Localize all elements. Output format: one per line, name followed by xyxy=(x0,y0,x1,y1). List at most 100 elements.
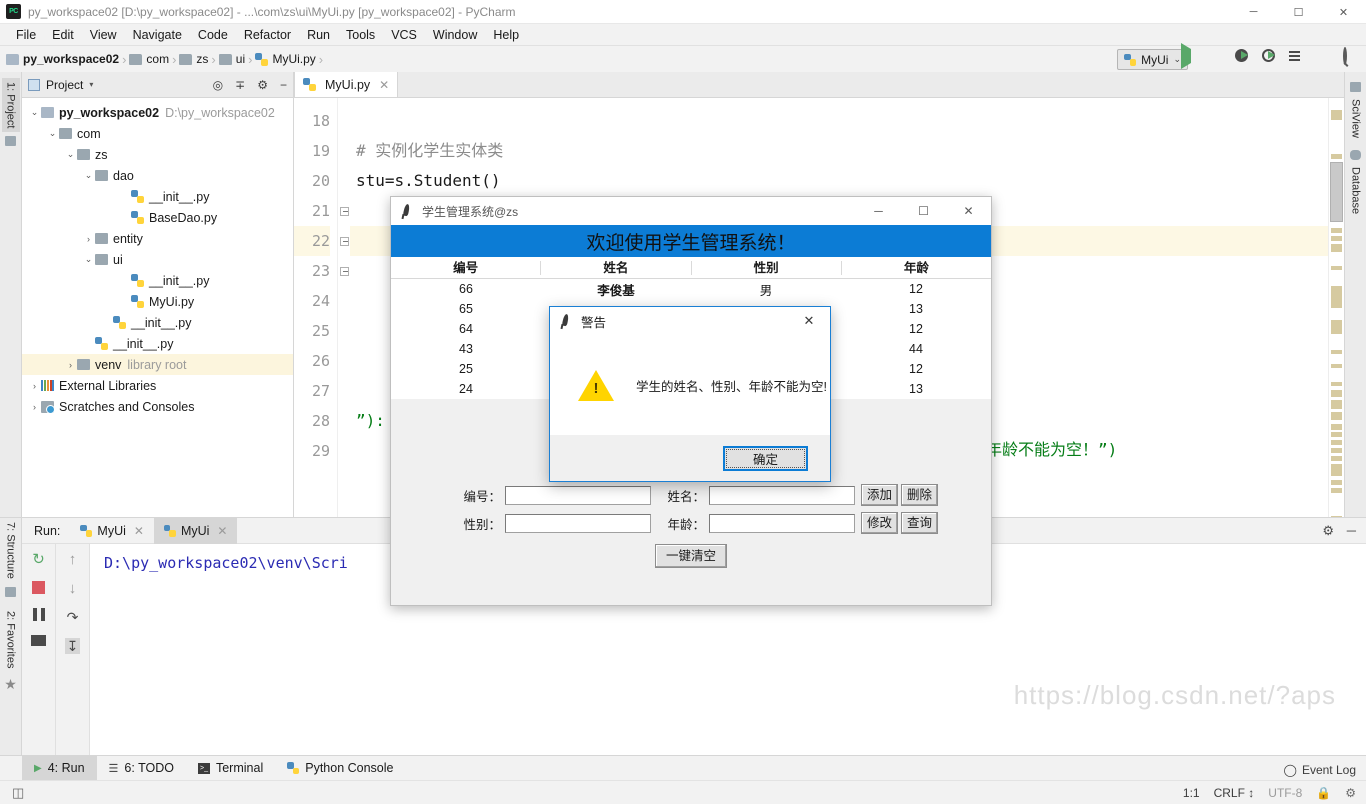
tree-item[interactable]: › entity xyxy=(22,228,293,249)
tree-item[interactable]: ⌄ com xyxy=(22,123,293,144)
file-encoding[interactable]: UTF-8 xyxy=(1268,786,1302,800)
breadcrumb-item-ui[interactable]: ui xyxy=(236,52,245,66)
input-age[interactable] xyxy=(709,513,855,533)
tk-minimize-button[interactable]: ─ xyxy=(856,197,901,225)
chevron-icon[interactable]: › xyxy=(28,402,41,412)
gear-icon[interactable]: ⚙ xyxy=(1322,523,1334,539)
run-with-params-icon[interactable] xyxy=(1289,49,1304,64)
breadcrumb-item-file[interactable]: MyUi.py xyxy=(272,52,315,66)
chevron-down-icon[interactable]: ▾ xyxy=(89,80,93,89)
menu-help[interactable]: Help xyxy=(485,26,527,44)
branch-icon[interactable]: ⚙ xyxy=(1345,786,1356,800)
bottom-tab-terminal[interactable]: >_ Terminal xyxy=(186,756,275,781)
tree-item[interactable]: __init__.py xyxy=(22,186,293,207)
search-icon[interactable] xyxy=(1343,47,1358,65)
fold-toggle-icon[interactable] xyxy=(338,196,350,226)
editor-scrollbar[interactable] xyxy=(1328,98,1344,517)
locate-icon[interactable]: ◎ xyxy=(213,78,223,92)
sidebar-item-favorites[interactable]: 2: Favorites xyxy=(2,607,20,672)
stop-icon[interactable] xyxy=(1316,49,1331,64)
close-icon[interactable]: ✕ xyxy=(379,78,389,92)
chevron-icon[interactable]: ⌄ xyxy=(82,170,95,181)
tree-item[interactable]: __init__.py xyxy=(22,312,293,333)
run-icon[interactable] xyxy=(1181,43,1196,69)
line-separator[interactable]: CRLF ↕ xyxy=(1214,786,1255,800)
input-gender[interactable] xyxy=(505,513,651,533)
column-header-id[interactable]: 编号 xyxy=(391,260,542,275)
menu-refactor[interactable]: Refactor xyxy=(236,26,299,44)
sidebar-item-project[interactable]: 1: Project xyxy=(1,78,20,133)
code-line[interactable]: # 实例化学生实体类 xyxy=(350,136,1328,166)
gear-icon[interactable]: ⚙ xyxy=(257,78,268,92)
menu-vcs[interactable]: VCS xyxy=(383,26,425,44)
breadcrumb-item-zs[interactable]: zs xyxy=(196,52,208,66)
run-configuration-selector[interactable]: MyUi ⌄ xyxy=(1117,49,1188,70)
modify-button[interactable]: 修改 xyxy=(861,512,899,534)
tree-item[interactable]: MyUi.py xyxy=(22,291,293,312)
lock-icon[interactable]: 🔒 xyxy=(1316,786,1331,800)
scrollbar-thumb[interactable] xyxy=(1330,162,1343,222)
rerun-icon[interactable]: ↻ xyxy=(32,552,45,567)
chevron-icon[interactable]: › xyxy=(28,381,41,391)
input-name[interactable] xyxy=(709,485,855,505)
table-row[interactable]: 66 李俊基 男 12 xyxy=(391,279,991,299)
chevron-icon[interactable]: ⌄ xyxy=(64,149,77,160)
tree-item[interactable]: ⌄ py_workspace02 D:\py_workspace02 xyxy=(22,102,293,123)
menu-file[interactable]: File xyxy=(8,26,44,44)
menu-navigate[interactable]: Navigate xyxy=(125,26,190,44)
tab-myui-py[interactable]: MyUi.py ✕ xyxy=(294,71,399,97)
hide-icon[interactable]: ─ xyxy=(1347,523,1356,538)
close-button[interactable]: ✕ xyxy=(1321,0,1366,24)
tree-item[interactable]: › Scratches and Consoles xyxy=(22,396,293,417)
dialog-close-button[interactable]: ✕ xyxy=(788,307,830,335)
scroll-to-end-icon[interactable]: ↧ xyxy=(64,638,81,654)
show-tool-windows-icon[interactable]: ◫ xyxy=(12,785,24,801)
coverage-icon[interactable] xyxy=(1235,49,1250,64)
menu-view[interactable]: View xyxy=(82,26,125,44)
delete-button[interactable]: 删除 xyxy=(901,484,939,506)
menu-tools[interactable]: Tools xyxy=(338,26,383,44)
run-tab-myui-2[interactable]: MyUi ✕ xyxy=(153,517,238,544)
up-arrow-icon[interactable]: ↑ xyxy=(69,552,77,567)
soft-wrap-icon[interactable]: ↷ xyxy=(67,610,79,624)
menu-run[interactable]: Run xyxy=(299,26,338,44)
query-button[interactable]: 查询 xyxy=(901,512,939,534)
chevron-icon[interactable]: ⌄ xyxy=(46,128,59,139)
close-icon[interactable]: ✕ xyxy=(217,524,227,538)
dialog-ok-button[interactable]: 确定 xyxy=(723,445,808,471)
down-arrow-icon[interactable]: ↓ xyxy=(69,581,77,596)
bottom-tab-todo[interactable]: ☰ 6: TODO xyxy=(97,756,186,781)
fold-toggle-icon[interactable] xyxy=(338,226,350,256)
caret-position[interactable]: 1:1 xyxy=(1183,786,1200,800)
clear-all-button[interactable]: 一键清空 xyxy=(654,544,727,568)
menu-code[interactable]: Code xyxy=(190,26,236,44)
tree-item[interactable]: ⌄ ui xyxy=(22,249,293,270)
tk-close-button[interactable]: ✕ xyxy=(946,197,991,225)
event-log-button[interactable]: ◯ Event Log xyxy=(1284,763,1356,777)
tree-item[interactable]: ⌄ dao xyxy=(22,165,293,186)
tree-item[interactable]: __init__.py xyxy=(22,333,293,354)
chevron-icon[interactable]: › xyxy=(82,234,95,244)
column-header-name[interactable]: 姓名 xyxy=(541,260,692,275)
maximize-button[interactable]: ☐ xyxy=(1276,0,1321,24)
close-icon[interactable]: ✕ xyxy=(134,524,144,538)
sidebar-item-database[interactable]: Database xyxy=(1347,163,1365,218)
menu-window[interactable]: Window xyxy=(425,26,485,44)
fold-gutter[interactable] xyxy=(338,98,350,517)
code-line[interactable] xyxy=(350,106,1328,136)
hide-icon[interactable]: − xyxy=(280,78,287,92)
fold-toggle-icon[interactable] xyxy=(338,256,350,286)
profile-icon[interactable] xyxy=(1262,49,1277,64)
tree-item[interactable]: › venv library root xyxy=(22,354,293,375)
debug-icon[interactable] xyxy=(1208,49,1223,64)
input-id[interactable] xyxy=(505,485,651,505)
bottom-tab-run[interactable]: ▶ 4: Run xyxy=(22,755,97,781)
add-button[interactable]: 添加 xyxy=(861,484,899,506)
pause-icon[interactable] xyxy=(32,608,45,621)
chevron-icon[interactable]: › xyxy=(64,360,77,370)
sidebar-item-sciview[interactable]: SciView xyxy=(1347,95,1365,142)
breadcrumb-item-project[interactable]: py_workspace02 xyxy=(23,52,119,66)
menu-edit[interactable]: Edit xyxy=(44,26,82,44)
chevron-icon[interactable]: ⌄ xyxy=(28,107,41,118)
sidebar-item-structure[interactable]: 7: Structure xyxy=(2,518,20,583)
